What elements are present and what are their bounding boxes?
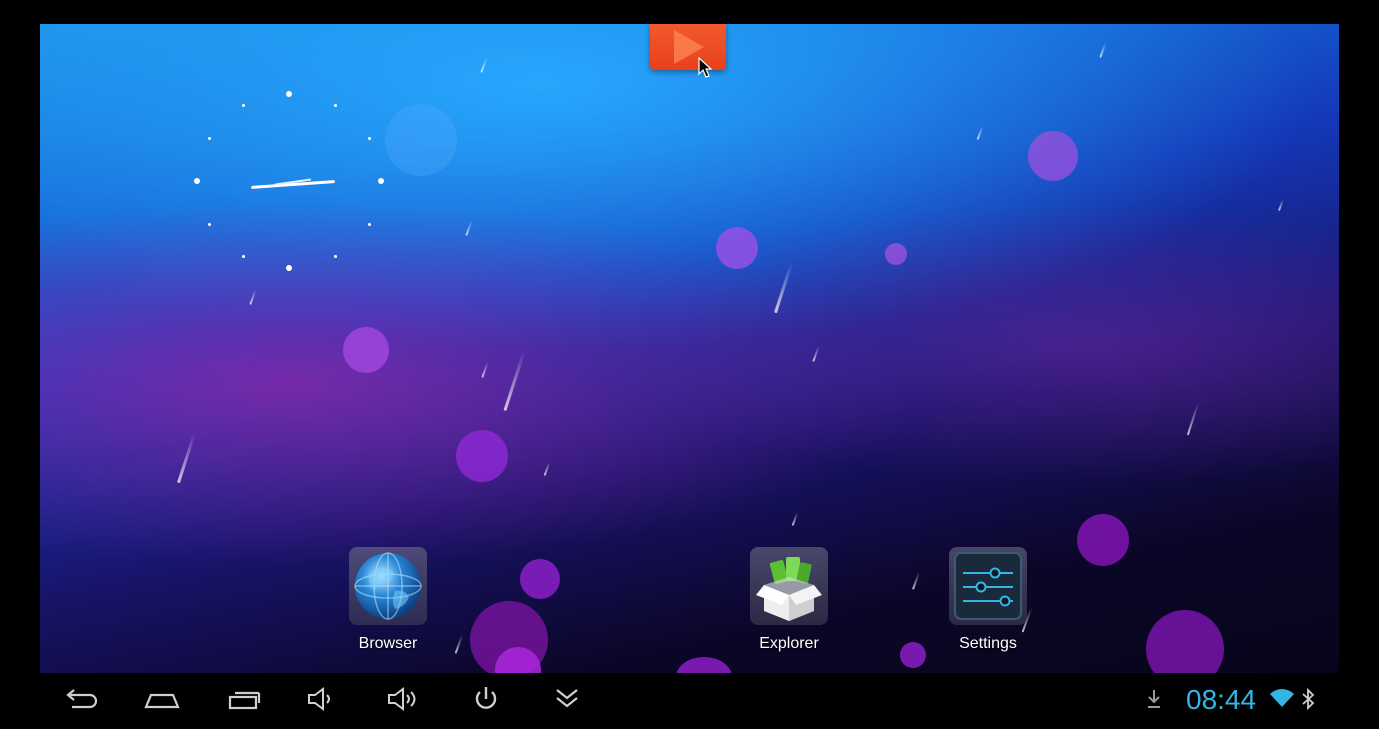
wallpaper-bubble (676, 657, 732, 673)
clock-tick (194, 178, 200, 184)
wallpaper-streak (249, 289, 257, 305)
download-status[interactable] (1136, 683, 1172, 715)
app-explorer[interactable]: Explorer (729, 547, 849, 653)
wallpaper-bubble (1077, 514, 1129, 566)
wifi-icon (1270, 689, 1294, 707)
recent-apps-icon (228, 691, 261, 710)
home-icon (144, 693, 180, 709)
clock-tick (334, 104, 337, 107)
bluetooth-icon (1302, 688, 1315, 710)
app-browser[interactable]: Browser (328, 547, 448, 653)
recent-apps-button[interactable] (224, 683, 264, 715)
clock-tick (242, 255, 245, 258)
wallpaper-bubble (900, 642, 926, 668)
wallpaper-streak (177, 432, 196, 484)
download-icon (1148, 690, 1160, 708)
wallpaper-bubble (456, 430, 508, 482)
clock-tick (286, 91, 292, 97)
expand-down-icon (556, 689, 578, 708)
wallpaper-streak (480, 57, 488, 73)
wallpaper-bubble (1028, 131, 1078, 181)
volume-down-button[interactable] (302, 683, 342, 715)
app-drawer-tab[interactable] (650, 24, 726, 70)
wallpaper-streak (1099, 42, 1107, 58)
app-settings[interactable]: Settings (928, 547, 1048, 653)
clock-tick (208, 137, 211, 140)
volume-up-button[interactable] (384, 683, 424, 715)
home-button[interactable] (142, 683, 182, 715)
wallpaper-streak (1186, 402, 1200, 436)
clock-tick (242, 104, 245, 107)
wallpaper-streak (976, 126, 984, 140)
wallpaper-bubble (520, 559, 560, 599)
volume-down-icon (308, 687, 330, 711)
back-button[interactable] (60, 683, 100, 715)
app-explorer-label: Explorer (759, 635, 819, 652)
wallpaper-streak (454, 634, 464, 654)
power-button[interactable] (466, 683, 506, 715)
volume-up-icon (388, 687, 416, 711)
wallpaper-streak (911, 572, 921, 590)
globe-icon (349, 547, 427, 625)
wallpaper-streak (481, 362, 489, 378)
wallpaper-bubble (343, 327, 389, 373)
app-settings-label: Settings (959, 635, 1017, 652)
sliders-icon (949, 547, 1027, 625)
clock-tick (368, 137, 371, 140)
back-icon (66, 689, 98, 709)
wallpaper-streak (812, 346, 820, 362)
clock-tick (208, 223, 211, 226)
expand-down-button[interactable] (547, 683, 587, 715)
clock-tick (368, 223, 371, 226)
wallpaper-streak (465, 220, 473, 236)
power-icon (475, 687, 497, 709)
wallpaper-bubble (1146, 610, 1224, 673)
home-screen[interactable]: Browser Explorer Settings (40, 24, 1339, 673)
wallpaper-streak (503, 351, 526, 411)
wallpaper-bubble (385, 104, 457, 176)
system-navigation-bar: 08:44 (0, 673, 1379, 729)
bluetooth-status[interactable] (1296, 683, 1320, 715)
clock-tick (286, 265, 292, 271)
wallpaper-streak (774, 262, 793, 314)
wallpaper-streak (791, 512, 799, 526)
mouse-cursor-icon (698, 57, 713, 78)
app-browser-label: Browser (358, 635, 418, 652)
analog-clock-widget[interactable] (190, 89, 390, 289)
wallpaper-streak (543, 462, 551, 476)
wifi-status[interactable] (1266, 683, 1298, 715)
clock-tick (334, 255, 337, 258)
wallpaper-bubble (885, 243, 907, 265)
wallpaper-streak (1278, 199, 1284, 211)
package-box-icon (750, 547, 828, 625)
status-clock[interactable]: 08:44 (1186, 684, 1256, 716)
wallpaper-bubble (716, 227, 758, 269)
clock-tick (378, 178, 384, 184)
